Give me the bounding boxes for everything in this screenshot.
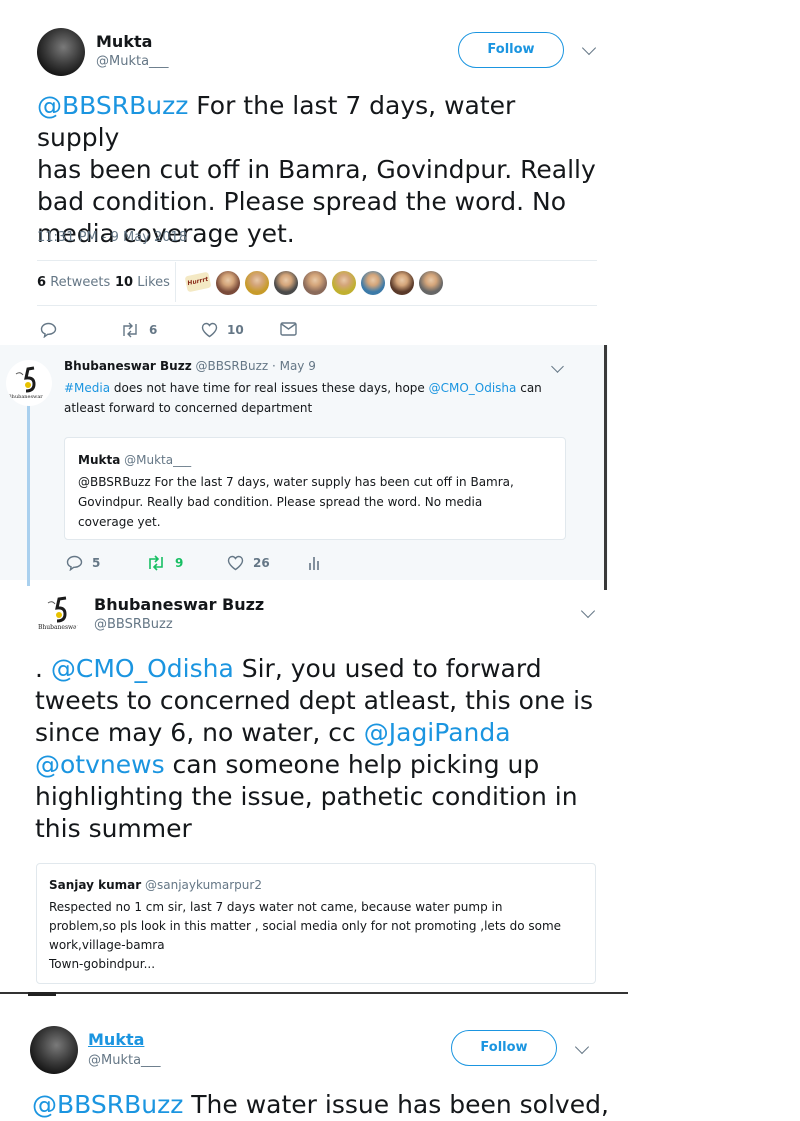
- bbsr-logo-icon: [47, 596, 67, 623]
- heart-icon: [201, 322, 218, 338]
- mention-link[interactable]: @BBSRBuzz: [32, 1090, 183, 1119]
- avatar-bhubaneswar-buzz[interactable]: Bhubaneswar: [34, 592, 80, 638]
- quoted-tweet[interactable]: Sanjay kumar @sanjaykumarpur2 Respected …: [36, 863, 596, 984]
- author-handle[interactable]: @BBSRBuzz: [94, 617, 173, 632]
- tweet-text: @BBSRBuzz For the last 7 days, water sup…: [37, 91, 596, 248]
- thread-line: [27, 396, 30, 586]
- tweet-text: @BBSRBuzz The water issue has been solve…: [32, 1090, 609, 1119]
- author-line: Bhubaneswar Buzz @BBSRBuzz · May 9: [64, 359, 316, 373]
- panel-edge: [604, 345, 607, 590]
- divider: [175, 262, 176, 302]
- quoted-author-handle: @sanjaykumarpur2: [145, 878, 262, 892]
- retweet-icon: [123, 322, 137, 338]
- like-stat[interactable]: 10 Likes: [115, 275, 170, 290]
- liker-avatar[interactable]: [361, 271, 385, 295]
- liker-avatar[interactable]: [216, 271, 240, 295]
- divider: [37, 260, 597, 261]
- chevron-down-icon[interactable]: [580, 603, 596, 619]
- reply-icon: [66, 555, 83, 571]
- author-name[interactable]: Bhubaneswar Buzz: [94, 595, 264, 614]
- tweet-text: . @CMO_Odisha Sir, you used to forward t…: [35, 654, 594, 843]
- liker-badge[interactable]: Hurrrt: [184, 271, 212, 293]
- screenshot-separator: [28, 992, 56, 996]
- avatar-mukta[interactable]: [37, 28, 85, 76]
- heart-icon: [227, 555, 244, 571]
- retweet-action[interactable]: 6: [120, 322, 157, 338]
- quoted-author-handle: @Mukta___: [124, 453, 192, 467]
- timestamp[interactable]: 11:31 PM - 9 May 2018: [37, 230, 187, 245]
- liker-avatar[interactable]: [303, 271, 327, 295]
- mention-link[interactable]: @otvnews: [35, 750, 165, 779]
- retweet-icon: [149, 555, 163, 571]
- follow-button[interactable]: Follow: [458, 32, 564, 68]
- author-name[interactable]: Mukta: [96, 32, 152, 51]
- author-handle[interactable]: @Mukta___: [88, 1053, 161, 1068]
- divider: [37, 305, 597, 306]
- liker-avatar[interactable]: [274, 271, 298, 295]
- reply-action[interactable]: [40, 322, 57, 338]
- avatar-bhubaneswar-buzz[interactable]: Bhubaneswar: [6, 360, 52, 406]
- author-handle-time[interactable]: @BBSRBuzz · May 9: [196, 359, 316, 373]
- retweet-action[interactable]: 9: [146, 555, 183, 571]
- chevron-down-icon[interactable]: [574, 1039, 590, 1055]
- liker-avatar[interactable]: [332, 271, 356, 295]
- mention-link[interactable]: @BBSRBuzz: [37, 91, 188, 120]
- author-name[interactable]: Mukta: [88, 1030, 144, 1049]
- mention-link[interactable]: @CMO_Odisha: [429, 381, 517, 395]
- analytics-icon: [309, 557, 319, 570]
- mention-link[interactable]: @CMO_Odisha: [51, 654, 234, 683]
- liker-avatar[interactable]: [245, 271, 269, 295]
- author-handle[interactable]: @Mukta___: [96, 54, 169, 69]
- mention-link[interactable]: @JagiPanda: [364, 718, 511, 747]
- like-action[interactable]: 10: [201, 322, 244, 338]
- message-action[interactable]: [280, 322, 297, 336]
- reply-action[interactable]: 5: [66, 555, 100, 571]
- avatar-mukta[interactable]: [30, 1026, 78, 1074]
- chevron-down-icon[interactable]: [581, 40, 597, 56]
- retweet-stat[interactable]: 6 Retweets: [37, 275, 110, 290]
- tweet-text: #Media does not have time for real issue…: [64, 381, 542, 415]
- author-name[interactable]: Bhubaneswar Buzz: [64, 359, 192, 373]
- liker-avatar[interactable]: [390, 271, 414, 295]
- quoted-author-name: Sanjay kumar: [49, 878, 142, 892]
- screenshot-separator: [0, 992, 628, 994]
- analytics-action[interactable]: [308, 555, 320, 571]
- reply-icon: [40, 322, 57, 338]
- quoted-author-name: Mukta: [78, 453, 121, 467]
- quoted-tweet[interactable]: Mukta @Mukta___ @BBSRBuzz For the last 7…: [64, 437, 566, 540]
- liker-avatar[interactable]: [419, 271, 443, 295]
- envelope-icon: [280, 322, 297, 336]
- quoted-text: @BBSRBuzz For the last 7 days, water sup…: [78, 475, 514, 529]
- quoted-text: Respected no 1 cm sir, last 7 days water…: [49, 900, 562, 971]
- like-action[interactable]: 26: [227, 555, 270, 571]
- follow-button[interactable]: Follow: [451, 1030, 557, 1066]
- hashtag-link[interactable]: #Media: [64, 381, 110, 395]
